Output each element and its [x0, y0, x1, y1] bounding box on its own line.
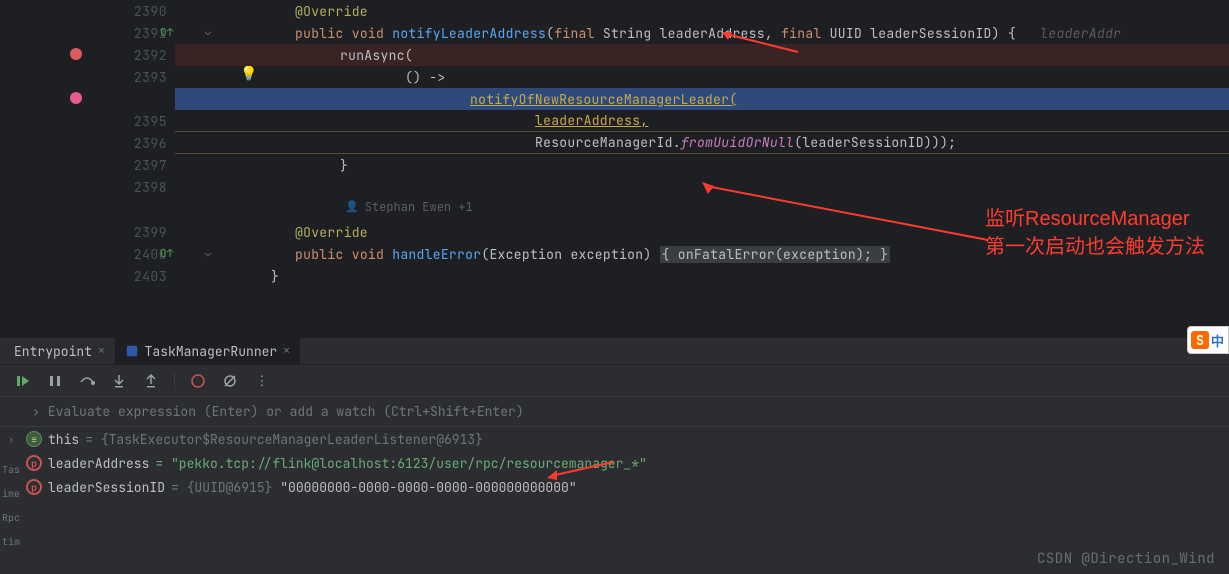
author-hint[interactable]: Stephan Ewen +1 [345, 199, 473, 215]
code-text: () -> [405, 69, 446, 86]
folded-body[interactable]: { onFatalError(exception); } [660, 246, 891, 263]
method-signature: (final String leaderAddress, final UUID … [546, 25, 1040, 42]
gutter: 2390 2391O↑ ⌄ ⤷ 2392 2393 💡 2395 2396 23… [0, 0, 175, 337]
object-icon: ≡ [26, 431, 42, 447]
step-over-button[interactable] [78, 372, 96, 390]
line-number: 2397 [117, 157, 167, 174]
tab-taskmanagerrunner[interactable]: TaskManagerRunner✕ [115, 338, 300, 364]
tool-label[interactable]: ime [0, 487, 22, 500]
code-text: leaderAddress, [535, 112, 648, 129]
method-signature: (Exception exception) [481, 246, 659, 263]
var-value: = "pekko.tcp://flink@localhost:6123/user… [155, 455, 646, 472]
var-row-leadersessionid[interactable]: › p leaderSessionID = {UUID@6915} "00000… [0, 475, 1229, 499]
var-name: leaderSessionID [48, 479, 165, 496]
method-name: handleError [392, 246, 481, 263]
keyword-token: void [352, 246, 384, 263]
watch-expression-bar[interactable]: › Evaluate expression (Enter) or add a w… [0, 397, 1229, 427]
breakpoint-active-icon[interactable] [70, 92, 82, 104]
line-number: 2403 [117, 268, 167, 285]
step-out-button[interactable] [142, 372, 160, 390]
inlay-hint: leaderAddr [1040, 25, 1121, 42]
line-number: 2392 [117, 47, 167, 64]
exec-call: notifyOfNewResourceManagerLeader( [470, 91, 737, 108]
more-button[interactable]: ⋮ [253, 372, 271, 390]
step-into-button[interactable] [110, 372, 128, 390]
tool-label[interactable]: tim [0, 535, 22, 548]
line-number: 2390 [117, 3, 167, 20]
line-number: 2396 [117, 135, 167, 152]
code-text: ResourceManagerId.fromUuidOrNull(leaderS… [535, 134, 956, 151]
editor-pane: 2390 2391O↑ ⌄ ⤷ 2392 2393 💡 2395 2396 23… [0, 0, 1229, 337]
var-row-leaderaddress[interactable]: › p leaderAddress = "pekko.tcp://flink@l… [0, 451, 1229, 475]
ime-badge[interactable]: S 中 [1187, 326, 1229, 354]
parameter-icon: p [26, 455, 42, 471]
mute-breakpoints-button[interactable] [221, 372, 239, 390]
code-text: runAsync( [340, 47, 413, 64]
line-number: 2398 [117, 179, 167, 196]
keyword-token: public [295, 246, 344, 263]
keyword-token: public [295, 25, 344, 42]
annotation-token: @Override [295, 3, 368, 20]
tool-label[interactable]: Rpc [0, 511, 22, 524]
override-icon[interactable]: O↑ [160, 247, 173, 261]
ime-lang: 中 [1211, 331, 1224, 350]
method-name: notifyLeaderAddress [392, 25, 546, 42]
var-row-this[interactable]: › ≡ this = {TaskExecutor$ResourceManager… [0, 427, 1229, 451]
close-icon[interactable]: ✕ [283, 344, 290, 358]
annotation-token: @Override [295, 224, 368, 241]
pause-button[interactable] [46, 372, 64, 390]
tool-window-strip: Tas ime Rpc tim [0, 455, 22, 555]
watermark-text: CSDN @Direction_Wind [1037, 550, 1215, 568]
keyword-token: void [352, 25, 384, 42]
sogou-icon: S [1191, 331, 1209, 349]
code-text: } [271, 268, 279, 285]
var-name: this [48, 431, 79, 448]
var-value: = {UUID@6915} "00000000-0000-0000-0000-0… [171, 479, 577, 496]
override-icon[interactable]: O↑ [160, 26, 173, 40]
tool-label[interactable]: Tas [0, 463, 22, 476]
var-name: leaderAddress [48, 455, 149, 472]
debug-tabs-bar: Entrypoint✕ TaskManagerRunner✕ [0, 337, 1229, 365]
watch-placeholder: Evaluate expression (Enter) or add a wat… [48, 403, 524, 420]
close-icon[interactable]: ✕ [98, 344, 105, 358]
code-area[interactable]: @Override public void notifyLeaderAddres… [175, 0, 1229, 337]
debug-toolbar: ⋮ [0, 365, 1229, 397]
annotation-text: 监听ResourceManager 第一次启动也会触发方法 [985, 205, 1205, 261]
var-value: = {TaskExecutor$ResourceManagerLeaderLis… [85, 431, 483, 448]
line-number: 2395 [117, 113, 167, 130]
parameter-icon: p [26, 479, 42, 495]
stop-button[interactable] [189, 372, 207, 390]
line-number: 2393 [117, 69, 167, 86]
expand-chevron-icon[interactable]: › [8, 433, 20, 446]
resume-button[interactable] [14, 372, 32, 390]
tab-entrypoint[interactable]: Entrypoint✕ [4, 338, 115, 364]
run-config-icon [125, 344, 139, 358]
code-text: } [340, 157, 348, 174]
line-number: 2399 [117, 224, 167, 241]
